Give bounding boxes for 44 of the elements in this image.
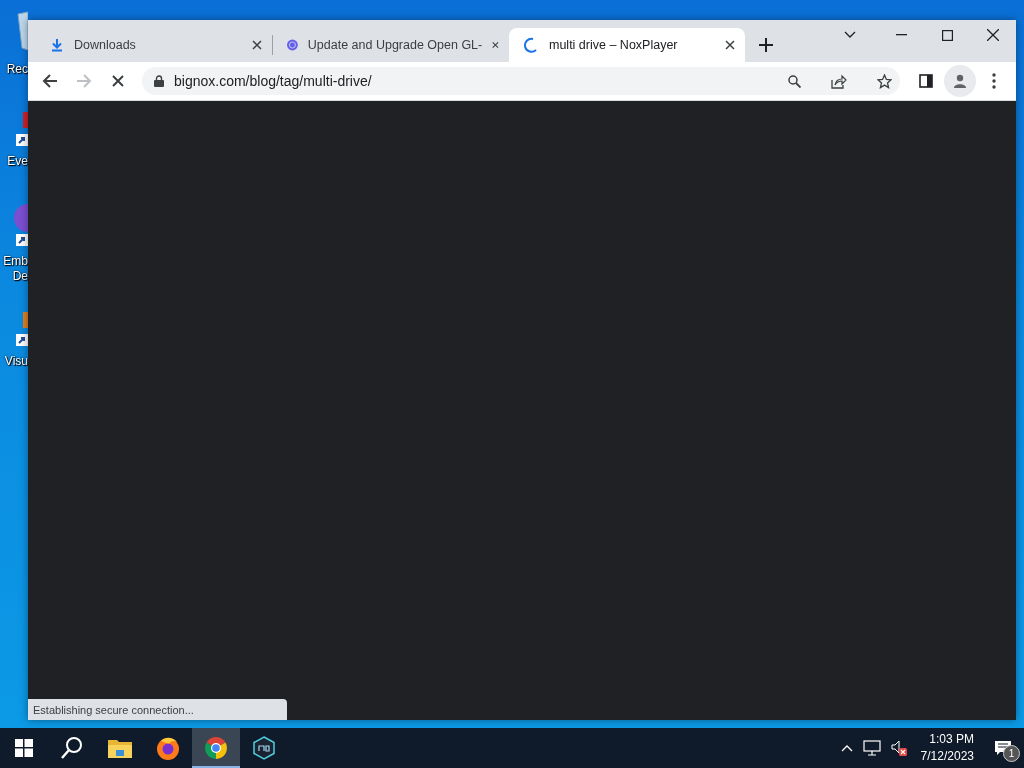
notification-center-button[interactable]: 1	[982, 728, 1024, 768]
browser-tab[interactable]: Downloads	[36, 28, 272, 62]
chevron-up-icon[interactable]	[840, 744, 853, 752]
status-bubble: Establishing secure connection...	[28, 699, 287, 720]
search-icon	[60, 736, 84, 760]
plus-icon	[759, 38, 773, 52]
search-icon[interactable]	[788, 74, 801, 88]
star-icon[interactable]	[877, 73, 892, 89]
close-icon[interactable]	[492, 40, 499, 50]
chrome-icon	[204, 736, 228, 760]
desktop-icon-label: Eve	[7, 154, 28, 169]
muted-speaker-icon[interactable]	[890, 740, 907, 756]
share-icon[interactable]	[831, 73, 847, 89]
side-panel-icon	[919, 74, 933, 88]
minimize-icon	[895, 34, 907, 36]
firefox-icon	[156, 736, 180, 760]
download-icon	[50, 38, 64, 52]
desktop-icon-label: Emb	[3, 254, 28, 269]
recycle-bin-icon[interactable]	[14, 10, 28, 50]
back-icon	[41, 72, 59, 90]
browser-tab[interactable]: Update and Upgrade Open GL-	[273, 28, 509, 62]
network-icon[interactable]	[862, 740, 881, 756]
person-icon	[952, 73, 968, 89]
browser-tab[interactable]: multi drive – NoxPlayer	[509, 28, 745, 62]
lock-icon	[154, 75, 164, 87]
close-icon	[987, 29, 999, 41]
desktop-icon-label: Rec	[6, 62, 28, 77]
windows-logo-icon	[15, 739, 33, 757]
desktop-icon-label: Visu	[4, 354, 28, 369]
desktop-icon-label: De	[12, 269, 28, 284]
notification-count: 1	[1003, 745, 1020, 762]
maximize-icon	[941, 29, 953, 41]
url-text: bignox.com/blog/tag/multi-drive/	[174, 73, 373, 89]
profile-button[interactable]	[944, 65, 976, 97]
close-icon[interactable]	[725, 40, 735, 50]
address-bar[interactable]: bignox.com/blog/tag/multi-drive/	[142, 67, 900, 95]
folder-icon	[108, 738, 132, 758]
loading-spinner-icon	[523, 37, 539, 53]
chevron-down-icon	[844, 31, 856, 39]
clock-time[interactable]: 1:03 PM	[929, 731, 974, 748]
forward-icon	[75, 72, 93, 90]
menu-icon	[992, 73, 996, 89]
clock-date[interactable]: 7/12/2023	[920, 748, 974, 765]
close-icon[interactable]	[252, 40, 262, 50]
